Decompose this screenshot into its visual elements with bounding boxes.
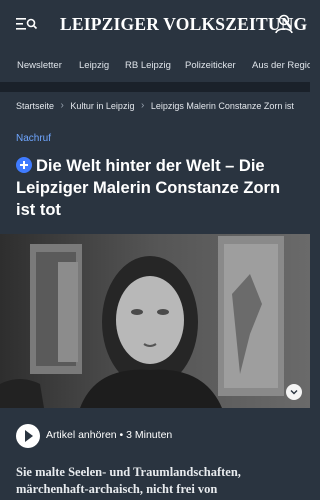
menu-search-icon[interactable] bbox=[12, 12, 40, 36]
nav-item-polizeiticker[interactable]: Polizeiticker bbox=[185, 60, 236, 71]
nav-item-leipzig[interactable]: Leipzig bbox=[79, 60, 109, 71]
article-photo[interactable] bbox=[0, 234, 310, 408]
chevron-right-icon: › bbox=[140, 100, 145, 112]
nav-divider bbox=[0, 82, 310, 92]
user-icon[interactable] bbox=[272, 12, 296, 36]
nav-item-aus-der-region[interactable]: Aus der Region bbox=[252, 60, 310, 71]
breadcrumb-kultur[interactable]: Kultur in Leipzig bbox=[70, 101, 134, 111]
article-headline: Die Welt hinter der Welt – Die Leipziger… bbox=[16, 155, 301, 221]
headline-text: Die Welt hinter der Welt – Die Leipziger… bbox=[16, 157, 281, 219]
site-header: LEIPZIGER VOLKSZEITUNG bbox=[0, 0, 310, 48]
nav-item-newsletter[interactable]: Newsletter bbox=[17, 60, 62, 71]
audio-label[interactable]: Artikel anhören • 3 Minuten bbox=[46, 429, 172, 441]
chevron-right-icon: › bbox=[60, 100, 64, 112]
article-teaser: Sie malte Seelen- und Traumlandschaften,… bbox=[16, 465, 241, 496]
site-logo[interactable]: LEIPZIGER VOLKSZEITUNG bbox=[60, 12, 307, 36]
article-kicker[interactable]: Nachruf bbox=[16, 133, 51, 144]
play-icon[interactable] bbox=[16, 424, 40, 448]
breadcrumb: Startseite › Kultur in Leipzig › Leipzig… bbox=[16, 100, 294, 114]
section-nav: Newsletter Leipzig RB Leipzig Polizeitic… bbox=[0, 52, 310, 82]
expand-image-button[interactable] bbox=[286, 384, 302, 400]
plus-icon bbox=[16, 157, 32, 173]
breadcrumb-home[interactable]: Startseite bbox=[16, 101, 54, 111]
nav-item-rb-leipzig[interactable]: RB Leipzig bbox=[125, 60, 171, 71]
breadcrumb-current: Leipzigs Malerin Constanze Zorn ist bbox=[150, 100, 294, 111]
